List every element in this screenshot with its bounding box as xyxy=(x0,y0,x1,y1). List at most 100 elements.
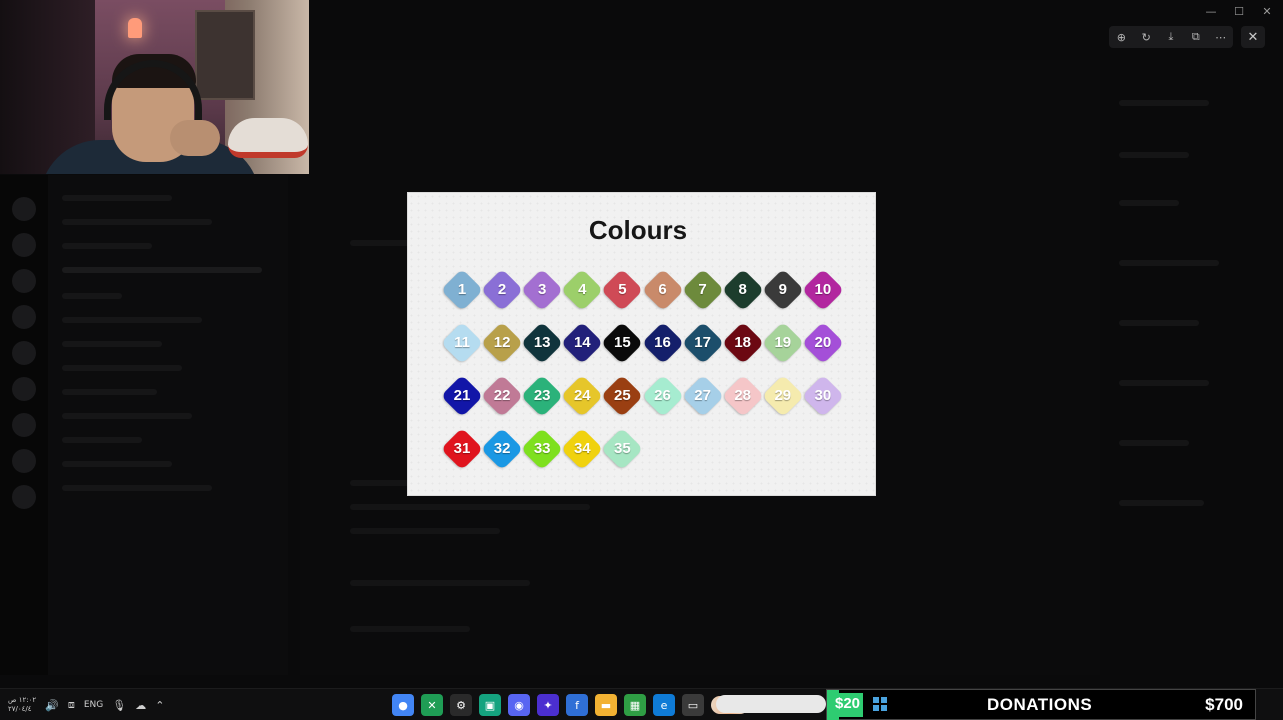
channel-item xyxy=(62,317,202,323)
app-icon[interactable]: ▭ xyxy=(682,694,704,716)
swatch-number: 27 xyxy=(694,387,711,404)
window-controls: — ☐ ✕ xyxy=(1199,2,1279,20)
app-icon[interactable]: f xyxy=(566,694,588,716)
swatch-number: 19 xyxy=(774,334,792,351)
colour-swatch: 11 xyxy=(440,321,484,365)
swatch-number: 35 xyxy=(614,440,631,457)
colour-swatch: 19 xyxy=(761,321,805,365)
viewer-close-button[interactable]: ✕ xyxy=(1241,26,1265,48)
network-icon[interactable]: ⧈ xyxy=(68,698,75,712)
download-icon[interactable]: ⤓ xyxy=(1161,27,1181,47)
channel-item xyxy=(62,461,172,467)
swatch-number: 22 xyxy=(493,387,511,404)
swatch-number: 30 xyxy=(814,387,832,404)
server-icon xyxy=(12,233,36,257)
edge-icon[interactable]: e xyxy=(653,694,675,716)
settings-icon[interactable]: ⚙ xyxy=(450,694,472,716)
system-tray: ١٢:٠٢ ص ٢٧/٠٤/٤ 🔊 ⧈ ENG 🎙 ☁ ⌃ xyxy=(8,689,164,720)
swatch-number: 6 xyxy=(658,281,667,298)
webcam-person xyxy=(170,120,220,156)
colour-swatch: 14 xyxy=(561,321,604,365)
xbox-icon[interactable]: ✕ xyxy=(421,694,443,716)
server-icon xyxy=(12,377,36,401)
donation-current: $20 xyxy=(835,695,861,712)
swatch-number: 34 xyxy=(573,440,591,457)
rotate-icon[interactable]: ↻ xyxy=(1136,27,1156,47)
colour-swatch: 16 xyxy=(641,321,684,365)
chevron-up-icon[interactable]: ⌃ xyxy=(155,699,164,712)
member-item xyxy=(1119,200,1179,206)
swatch-number: 5 xyxy=(618,281,627,298)
member-item xyxy=(1119,500,1204,506)
colour-swatch: 10 xyxy=(801,268,845,312)
swatch-number: 28 xyxy=(734,387,752,404)
window-close-button[interactable]: ✕ xyxy=(1255,2,1279,20)
colour-swatch: 28 xyxy=(721,374,764,418)
colour-swatch: 1 xyxy=(440,268,484,312)
language-indicator[interactable]: ENG xyxy=(84,700,103,710)
swatch-number: 16 xyxy=(654,334,671,351)
channel-item xyxy=(62,341,162,347)
colour-swatch: 25 xyxy=(601,374,644,418)
swatch-number: 11 xyxy=(454,334,470,351)
webcam-hat xyxy=(228,118,308,158)
swatch-number: 29 xyxy=(774,387,792,404)
zoom-in-icon[interactable]: ⊕ xyxy=(1111,27,1131,47)
chrome-icon[interactable]: ● xyxy=(392,694,414,716)
chat-message xyxy=(350,580,530,586)
file-explorer-icon[interactable]: ▬ xyxy=(595,694,617,716)
colour-swatch: 9 xyxy=(761,268,805,312)
swatch-number: 2 xyxy=(497,281,507,298)
server-rail xyxy=(0,175,48,675)
microphone-icon[interactable]: 🎙 xyxy=(112,699,126,712)
colour-swatch: 2 xyxy=(480,268,524,312)
server-icon xyxy=(12,485,36,509)
channel-list xyxy=(48,175,288,675)
colour-swatch: 18 xyxy=(721,321,764,365)
swatch-number: 14 xyxy=(573,334,591,351)
colour-swatch: 31 xyxy=(440,427,484,471)
colour-swatch: 8 xyxy=(721,268,764,312)
swatch-number: 32 xyxy=(493,440,511,457)
colour-swatch: 15 xyxy=(601,321,644,365)
colour-swatch: 26 xyxy=(641,374,684,418)
discord-icon[interactable]: ◉ xyxy=(508,694,530,716)
chat-message xyxy=(350,504,590,510)
cloud-icon[interactable]: ☁ xyxy=(135,699,146,712)
member-item xyxy=(1119,100,1209,106)
swatch-number: 31 xyxy=(453,440,471,457)
app-icon[interactable]: ▦ xyxy=(624,694,646,716)
server-icon xyxy=(12,449,36,473)
swatch-number: 24 xyxy=(573,387,591,404)
swatch-number: 33 xyxy=(533,440,551,457)
server-icon xyxy=(12,269,36,293)
volume-icon[interactable]: 🔊 xyxy=(45,699,59,712)
image-viewer-toolbar: ⊕ ↻ ⤓ ⧉ ⋯ xyxy=(1109,26,1233,48)
app-icon[interactable]: ✦ xyxy=(537,694,559,716)
more-icon[interactable]: ⋯ xyxy=(1211,27,1231,47)
member-item xyxy=(1119,380,1209,386)
maximize-button[interactable]: ☐ xyxy=(1227,2,1251,20)
card-title: Colours xyxy=(588,215,688,245)
channel-item xyxy=(62,485,212,491)
donations-bar: $20 DONATIONS $700 xyxy=(826,689,1256,720)
server-icon xyxy=(12,341,36,365)
clock[interactable]: ١٢:٠٢ ص ٢٧/٠٤/٤ xyxy=(8,696,36,714)
minimize-button[interactable]: — xyxy=(1199,2,1223,20)
member-item xyxy=(1119,320,1199,326)
swatch-number: 26 xyxy=(654,387,671,404)
colour-swatch: 27 xyxy=(681,374,724,418)
colour-swatch: 32 xyxy=(480,427,524,471)
colour-swatch: 3 xyxy=(520,268,564,312)
swatch-number: 20 xyxy=(814,334,832,351)
member-item xyxy=(1119,152,1189,158)
chat-message xyxy=(350,528,500,534)
chat-message xyxy=(350,626,470,632)
colour-swatch: 13 xyxy=(520,321,564,365)
open-external-icon[interactable]: ⧉ xyxy=(1186,27,1206,47)
colour-swatch: 30 xyxy=(801,374,845,418)
app-icon[interactable]: ▣ xyxy=(479,694,501,716)
colour-swatch: 34 xyxy=(561,427,604,471)
channel-item xyxy=(62,437,142,443)
swatch-number: 21 xyxy=(453,387,471,404)
